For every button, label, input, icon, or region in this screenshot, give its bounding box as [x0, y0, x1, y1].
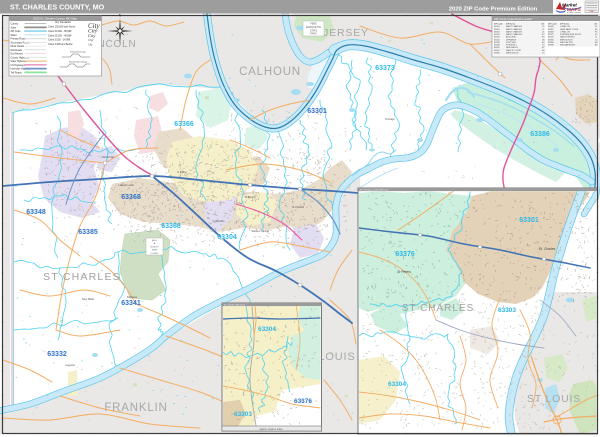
svg-text:AUGUSTA: AUGUSTA — [506, 36, 516, 39]
svg-text:PORTAGE DES SIOUX: PORTAGE DES SIOUX — [560, 33, 582, 36]
svg-text:L/G: L/G — [541, 23, 545, 25]
svg-text:63368: 63368 — [161, 223, 181, 230]
svg-text:FRANKLIN: FRANKLIN — [104, 402, 167, 414]
svg-text:SAINT CHARLES: SAINT CHARLES — [506, 25, 523, 28]
svg-text:Augusta: Augusta — [65, 363, 75, 367]
svg-text:Weldon Spring: Weldon Spring — [252, 229, 270, 233]
svg-text:Cities 100,000 and Above: Cities 100,000 and Above — [48, 26, 76, 29]
svg-text:LAKE SAINT LOUIS: LAKE SAINT LOUIS — [560, 28, 579, 31]
svg-text:Cities 25,000 - 49,999: Cities 25,000 - 49,999 — [48, 34, 72, 37]
svg-text:Defiance: Defiance — [127, 295, 138, 299]
svg-text:Cities 5,000 - 24,999: Cities 5,000 - 24,999 — [48, 39, 71, 42]
svg-text:63366: 63366 — [174, 121, 194, 128]
svg-text:St. Charles: St. Charles — [539, 247, 556, 251]
svg-text:Cities 4,999 and Below: Cities 4,999 and Below — [48, 43, 73, 46]
svg-text:City: City — [88, 38, 94, 42]
svg-text:ZIP Code: ZIP Code — [494, 23, 503, 25]
svg-text:a DMSI company: a DMSI company — [567, 12, 581, 14]
svg-text:ST CHARLES: ST CHARLES — [402, 303, 475, 314]
svg-text:SAINT CHARLES: SAINT CHARLES — [506, 33, 523, 36]
svg-text:approx. scale in miles: approx. scale in miles — [260, 428, 284, 431]
svg-text:CALHOUN: CALHOUN — [239, 66, 301, 78]
svg-text:63303: 63303 — [234, 411, 252, 418]
svg-text:63332: 63332 — [47, 351, 67, 358]
svg-text:SAINT CHARLES: SAINT CHARLES — [506, 30, 523, 33]
svg-text:Minor Roads: Minor Roads — [11, 45, 25, 48]
svg-text:Cottleville: Cottleville — [212, 219, 224, 223]
svg-text:ST CHARLES: ST CHARLES — [43, 271, 121, 283]
svg-text:63301: 63301 — [307, 108, 327, 115]
svg-text:ST LOUIS: ST LOUIS — [527, 393, 581, 405]
svg-text:63303: 63303 — [498, 307, 516, 314]
svg-text:New Melle: New Melle — [82, 297, 95, 301]
svg-text:O Fallon: O Fallon — [177, 170, 187, 174]
svg-text:63304: 63304 — [388, 381, 406, 388]
svg-text:Portage: Portage — [385, 117, 395, 121]
svg-text:City Population: City Population — [55, 21, 72, 24]
svg-text:63301: 63301 — [519, 217, 539, 224]
svg-text:Toll Roads: Toll Roads — [11, 71, 23, 74]
svg-text:63341: 63341 — [121, 300, 141, 307]
svg-text:SAINT PETERS: SAINT PETERS — [560, 36, 575, 39]
svg-text:County: County — [11, 23, 19, 26]
svg-text:State: State — [11, 26, 17, 29]
svg-text:63304: 63304 — [258, 326, 276, 333]
svg-text:63348: 63348 — [26, 209, 46, 216]
svg-text:O FALLON: O FALLON — [560, 30, 570, 33]
svg-text:ZIP Code: ZIP Code — [548, 23, 557, 25]
svg-text:US Highways: US Highways — [11, 64, 26, 67]
svg-text:SAINT CHARLES: SAINT CHARLES — [506, 28, 523, 31]
svg-text:L/G: L/G — [594, 23, 598, 25]
svg-text:Partial Interchange: Partial Interchange — [69, 61, 88, 64]
svg-text:63385: 63385 — [494, 52, 500, 54]
svg-text:Cities 50,000 - 99,999: Cities 50,000 - 99,999 — [48, 30, 72, 33]
svg-text:DEFIANCE: DEFIANCE — [506, 38, 517, 41]
svg-text:City: City — [88, 33, 95, 38]
svg-text:WENTZVILLE: WENTZVILLE — [506, 52, 519, 54]
svg-text:ZIP Code Index/Grid Locator: ZIP Code Index/Grid Locator — [494, 17, 532, 21]
svg-text:St Charles: St Charles — [292, 205, 305, 209]
svg-text:CONSV: CONSV — [151, 253, 159, 255]
svg-text:63373: 63373 — [375, 65, 395, 72]
svg-text:ST. CHARLES COUNTY, MO: ST. CHARLES COUNTY, MO — [10, 3, 105, 12]
svg-text:63368: 63368 — [121, 194, 141, 201]
svg-text:63376: 63376 — [294, 398, 312, 405]
svg-text:2020 ZIP Code Premium Edition: 2020 ZIP Code Premium Edition — [449, 6, 538, 12]
svg-text:63386: 63386 — [530, 131, 550, 138]
svg-text:WILLIAMSBURG: WILLIAMSBURG — [560, 44, 576, 47]
svg-text:AUG: AUG — [152, 239, 157, 242]
svg-text:PARK: PARK — [310, 33, 317, 36]
svg-text:Wentzville: Wentzville — [102, 155, 114, 159]
svg-text:Rail Roads: Rail Roads — [11, 49, 23, 52]
svg-text:ZIP Name: ZIP Name — [560, 23, 570, 25]
svg-text:63388: 63388 — [548, 45, 554, 47]
svg-text:O FALLON: O FALLON — [560, 25, 570, 28]
svg-text:LOUIS: LOUIS — [318, 351, 355, 363]
svg-text:63376: 63376 — [395, 251, 415, 258]
svg-text:MEM: MEM — [152, 250, 157, 252]
svg-text:ZIP Name: ZIP Name — [506, 23, 516, 25]
svg-text:St Peters: St Peters — [245, 195, 256, 199]
svg-text:Water: Water — [11, 34, 17, 37]
svg-text:Lake St Louis: Lake St Louis — [118, 183, 134, 187]
svg-text:WEST ALTON: WEST ALTON — [560, 41, 573, 44]
svg-text:JERSEY: JERSEY — [323, 27, 369, 39]
svg-text:Market: Market — [562, 3, 577, 8]
svg-text:63385: 63385 — [78, 229, 98, 236]
svg-text:Full Interchange: Full Interchange — [70, 51, 86, 54]
svg-text:Exit Ramps: Exit Ramps — [11, 53, 24, 56]
svg-text:LAKE ST LOUIS: LAKE ST LOUIS — [506, 49, 521, 52]
svg-text:ZIP Code: ZIP Code — [11, 30, 22, 33]
svg-text:BUSCH: BUSCH — [151, 246, 159, 248]
svg-text:63304: 63304 — [217, 234, 237, 241]
svg-text:St Peters: St Peters — [397, 270, 411, 274]
